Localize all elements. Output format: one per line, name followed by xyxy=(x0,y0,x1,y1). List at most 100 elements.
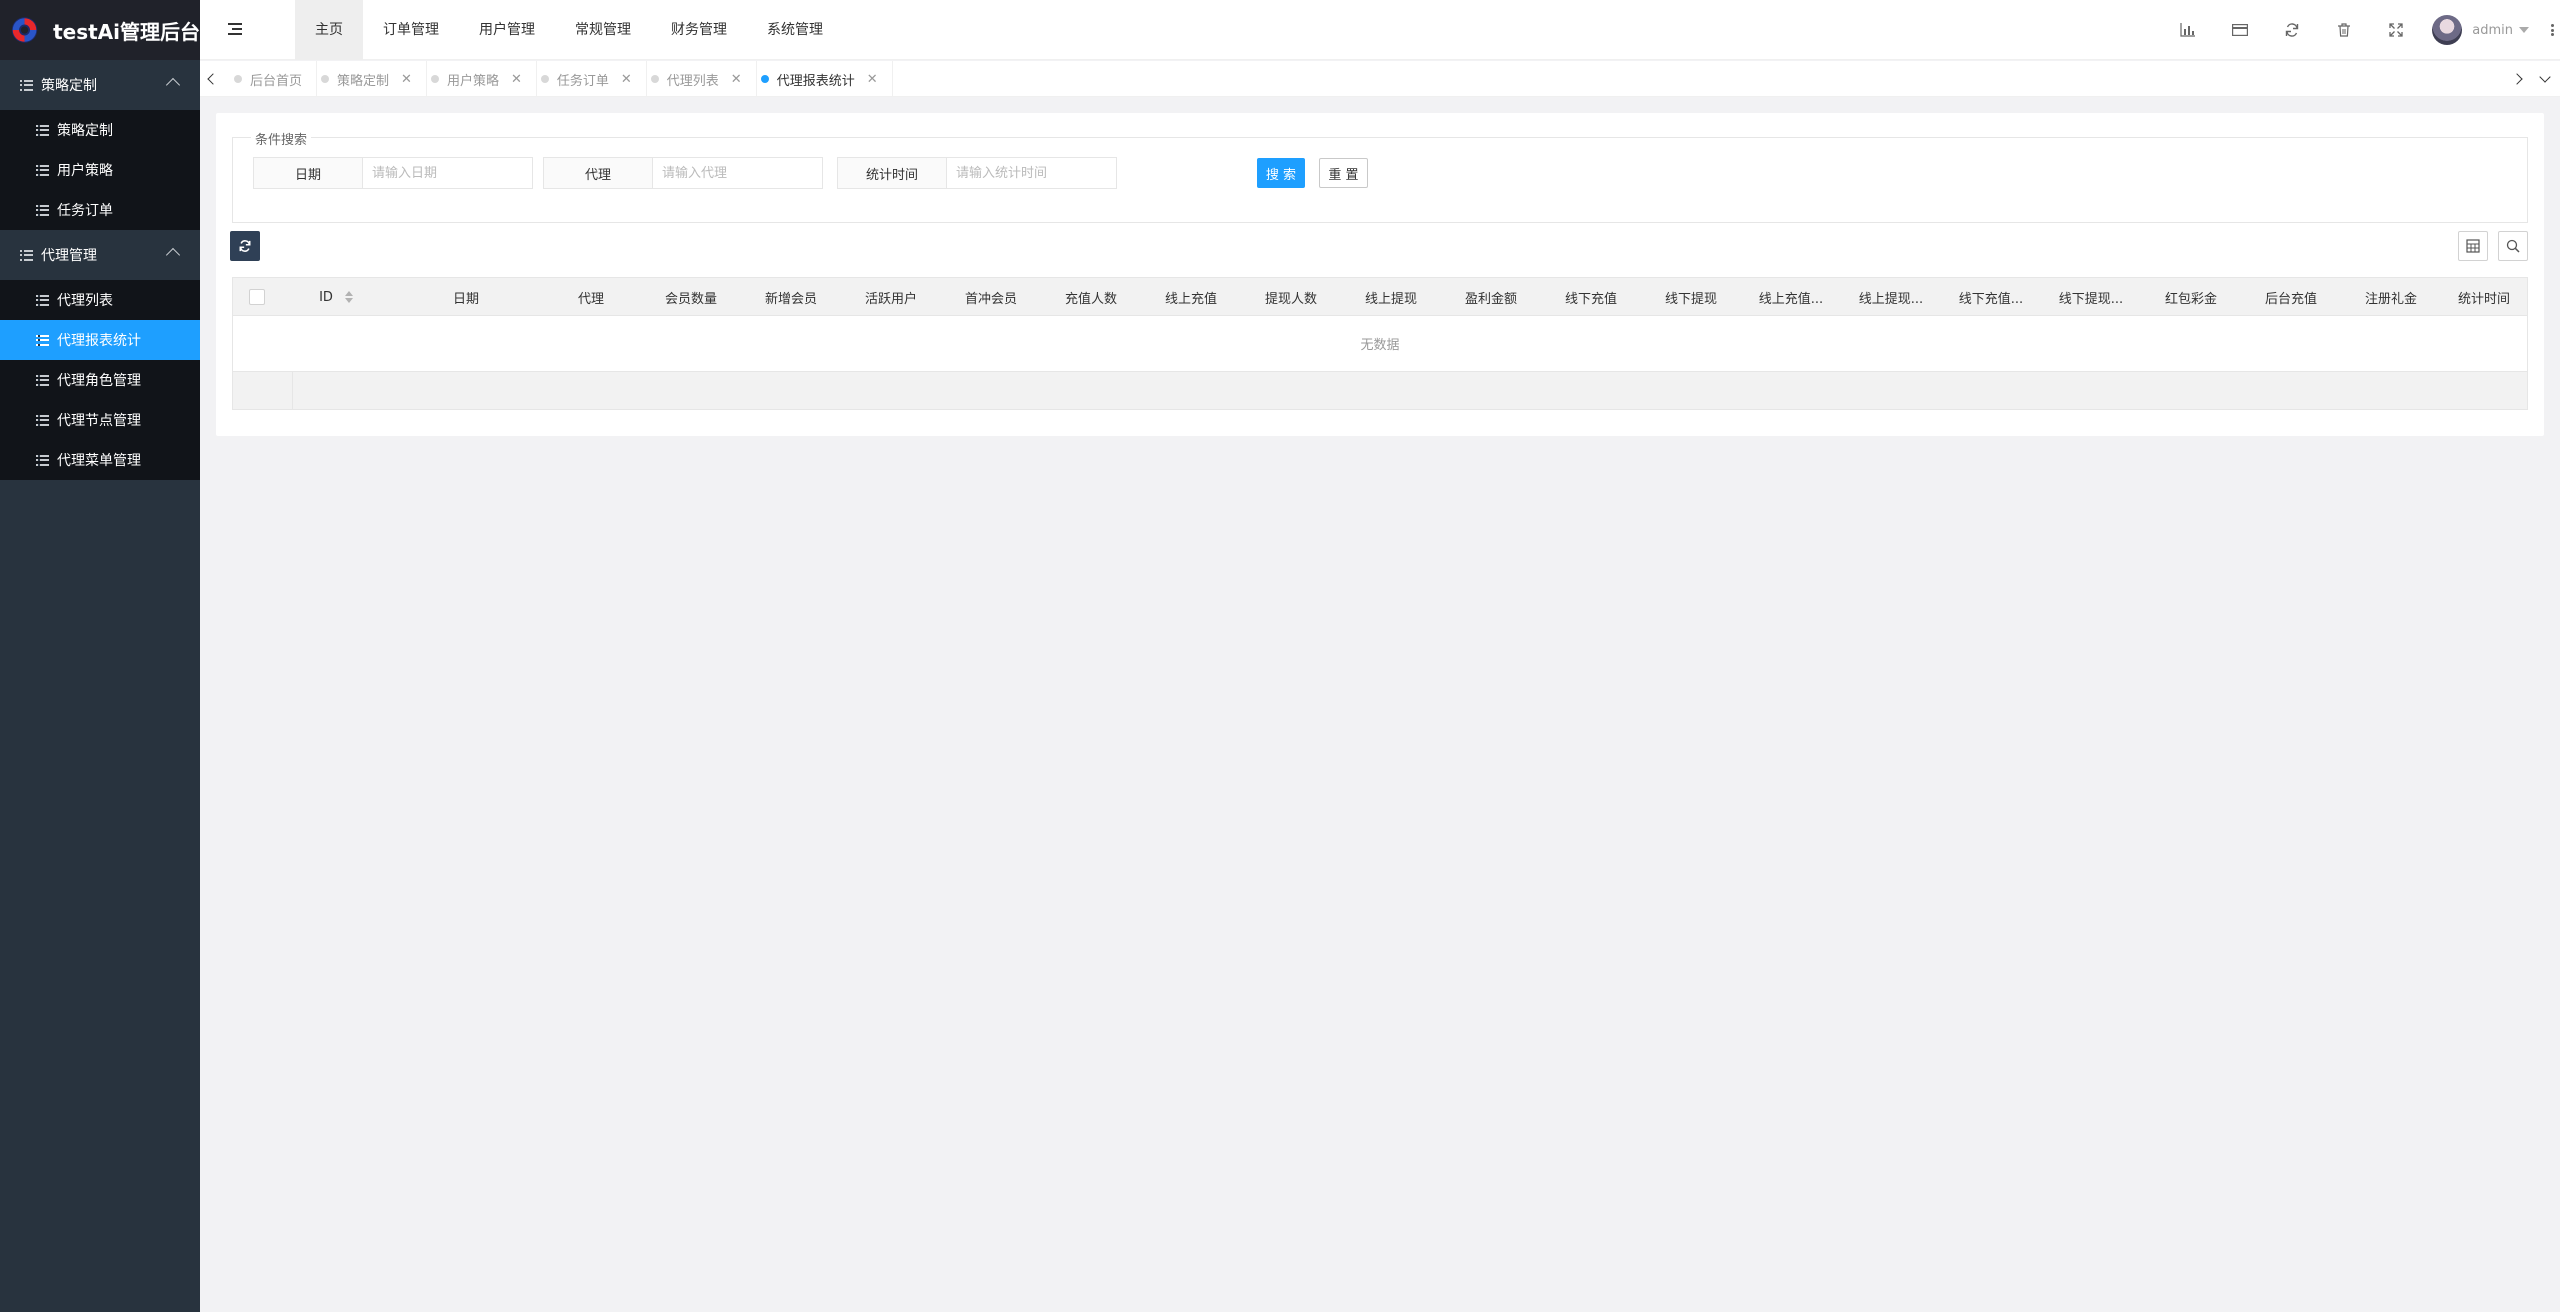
table-empty-state: 无数据 xyxy=(233,316,2527,372)
sidebar-item-label: 代理菜单管理 xyxy=(57,453,141,469)
user-menu[interactable]: admin xyxy=(2422,0,2551,60)
close-icon[interactable]: ✕ xyxy=(621,72,632,87)
refresh-icon[interactable] xyxy=(2266,0,2318,60)
list-icon xyxy=(20,249,33,261)
close-icon[interactable]: ✕ xyxy=(401,72,412,87)
list-icon xyxy=(36,124,49,136)
column-online-recharge-ext: 线上充值... xyxy=(1758,291,1824,307)
table-total-row xyxy=(233,372,2527,409)
tab-scroll-left-icon[interactable] xyxy=(200,61,222,97)
menu-group-strategy: 策略定制 策略定制 用户策略 任务订单 xyxy=(0,60,200,230)
tab-user-strategy[interactable]: 用户策略 ✕ xyxy=(427,61,537,97)
agent-input[interactable] xyxy=(653,157,823,189)
columns-filter-button[interactable] xyxy=(2458,231,2488,261)
list-icon xyxy=(36,204,49,216)
total-row-cell xyxy=(233,372,293,409)
card-icon[interactable] xyxy=(2214,0,2266,60)
bar-chart-icon[interactable] xyxy=(2162,0,2214,60)
tab-label: 后台首页 xyxy=(250,73,303,89)
list-icon xyxy=(36,454,49,466)
sidebar-item-agent-list[interactable]: 代理列表 xyxy=(0,280,200,320)
menu-group-label: 策略定制 xyxy=(41,78,97,94)
tab-strategy-custom[interactable]: 策略定制 ✕ xyxy=(317,61,427,97)
reset-button[interactable]: 重 置 xyxy=(1319,158,1368,188)
search-legend: 条件搜索 xyxy=(251,129,312,148)
nav-user[interactable]: 用户管理 xyxy=(459,0,555,60)
sidebar: testAi管理后台 策略定制 策略定制 用户策略 任务订单 代理管理 代理列表… xyxy=(0,0,200,1312)
sidebar-item-user-strategy[interactable]: 用户策略 xyxy=(0,150,200,190)
chevron-up-icon xyxy=(165,77,181,93)
tab-label: 代理列表 xyxy=(666,73,719,89)
list-icon xyxy=(36,294,49,306)
column-label: ID xyxy=(319,289,333,305)
nav-system[interactable]: 系统管理 xyxy=(747,0,843,60)
column-online-withdraw-ext: 线上提现... xyxy=(1858,291,1924,307)
sort-icon[interactable] xyxy=(344,291,353,303)
search-icon xyxy=(2506,239,2520,253)
table-refresh-button[interactable] xyxy=(230,231,260,261)
sidebar-item-label: 策略定制 xyxy=(57,123,113,139)
column-offline-recharge-ext: 线下充值... xyxy=(1958,291,2024,307)
collapse-menu-icon[interactable] xyxy=(228,22,242,36)
list-icon xyxy=(36,334,49,346)
column-stat-time: 统计时间 xyxy=(2457,291,2510,307)
sidebar-item-agent-report[interactable]: 代理报表统计 xyxy=(0,320,200,360)
column-id[interactable]: ID xyxy=(281,278,391,316)
tab-dot xyxy=(540,75,549,83)
tab-dot xyxy=(760,75,769,83)
nav-finance[interactable]: 财务管理 xyxy=(651,0,747,60)
nav-order[interactable]: 订单管理 xyxy=(363,0,459,60)
sidebar-item-agent-menu[interactable]: 代理菜单管理 xyxy=(0,440,200,480)
list-icon xyxy=(36,414,49,426)
tab-dot xyxy=(234,75,242,83)
sidebar-item-agent-role[interactable]: 代理角色管理 xyxy=(0,360,200,400)
tab-agent-report[interactable]: 代理报表统计 ✕ xyxy=(757,61,893,97)
sidebar-item-strategy-custom[interactable]: 策略定制 xyxy=(0,110,200,150)
column-date: 日期 xyxy=(452,291,479,307)
date-label: 日期 xyxy=(253,157,363,189)
tab-dashboard[interactable]: 后台首页 xyxy=(230,61,318,97)
content-card: 条件搜索 日期 代理 统计时间 搜 索 重 置 ID xyxy=(216,113,2544,436)
top-nav: 主页 订单管理 用户管理 常规管理 财务管理 系统管理 xyxy=(295,0,843,60)
date-input[interactable] xyxy=(363,157,533,189)
sidebar-item-agent-node[interactable]: 代理节点管理 xyxy=(0,400,200,440)
column-recharge-count: 充值人数 xyxy=(1064,291,1117,307)
sidebar-item-task-order[interactable]: 任务订单 xyxy=(0,190,200,230)
tab-task-order[interactable]: 任务订单 ✕ xyxy=(537,61,647,97)
select-all-checkbox[interactable] xyxy=(249,289,265,305)
tab-scroll-right-icon[interactable] xyxy=(2508,61,2530,97)
close-icon[interactable]: ✕ xyxy=(731,72,742,87)
tab-label: 任务订单 xyxy=(556,73,609,89)
table-search-button[interactable] xyxy=(2498,231,2528,261)
stat-time-label: 统计时间 xyxy=(837,157,947,189)
form-item-stat-time: 统计时间 xyxy=(837,157,1117,189)
column-profit: 盈利金额 xyxy=(1464,291,1517,307)
agent-label: 代理 xyxy=(543,157,653,189)
more-vertical-icon[interactable] xyxy=(2551,24,2554,36)
fullscreen-icon[interactable] xyxy=(2370,0,2422,60)
menu-group-head-strategy[interactable]: 策略定制 xyxy=(0,60,200,110)
tab-agent-list[interactable]: 代理列表 ✕ xyxy=(647,61,757,97)
stat-time-input[interactable] xyxy=(947,157,1117,189)
search-button[interactable]: 搜 索 xyxy=(1257,158,1305,188)
logo[interactable]: testAi管理后台 xyxy=(0,0,200,60)
form-item-agent: 代理 xyxy=(543,157,823,189)
column-withdraw-count: 提现人数 xyxy=(1264,291,1317,307)
user-name: admin xyxy=(2472,22,2513,38)
tab-label: 用户策略 xyxy=(446,73,499,89)
trash-icon[interactable] xyxy=(2318,0,2370,60)
column-member-count: 会员数量 xyxy=(664,291,717,307)
sidebar-item-label: 任务订单 xyxy=(57,203,113,219)
menu-group-head-agent[interactable]: 代理管理 xyxy=(0,230,200,280)
tab-dot xyxy=(650,75,659,83)
sidebar-item-label: 代理节点管理 xyxy=(57,413,141,429)
column-red-packet: 红包彩金 xyxy=(2164,291,2217,307)
close-icon[interactable]: ✕ xyxy=(511,72,522,87)
tab-menu-chevron-down-icon[interactable] xyxy=(2534,61,2556,97)
tabs: 后台首页 策略定制 ✕ 用户策略 ✕ 任务订单 ✕ 代理列表 ✕ 代理报表统计 … xyxy=(230,61,893,97)
close-icon[interactable]: ✕ xyxy=(867,72,878,87)
column-offline-withdraw-ext: 线下提现... xyxy=(2058,291,2124,307)
nav-home[interactable]: 主页 xyxy=(295,0,363,60)
nav-general[interactable]: 常规管理 xyxy=(555,0,651,60)
menu-sub-agent: 代理列表 代理报表统计 代理角色管理 代理节点管理 代理菜单管理 xyxy=(0,280,200,480)
